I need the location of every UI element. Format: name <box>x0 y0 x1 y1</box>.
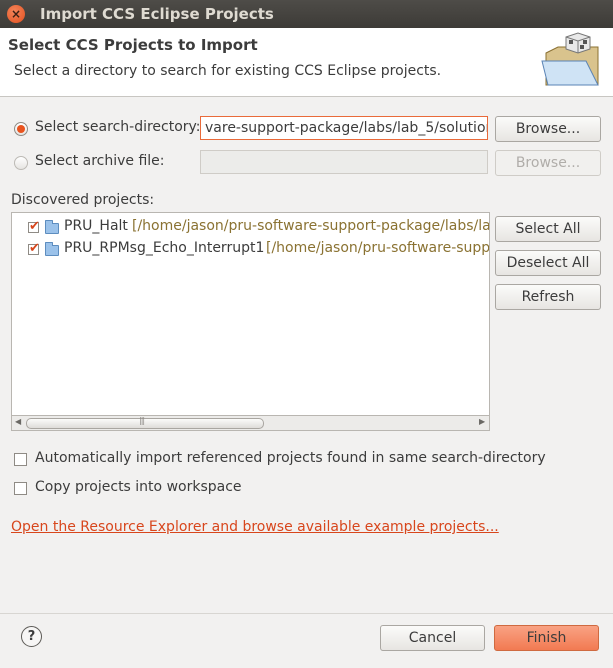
copy-projects-checkbox[interactable] <box>14 482 27 495</box>
auto-import-checkbox[interactable] <box>14 453 27 466</box>
project-name: PRU_RPMsg_Echo_Interrupt1 <box>64 240 265 256</box>
browse-archive-button[interactable]: Browse... <box>495 150 601 176</box>
scroll-left-icon[interactable]: ◀ <box>15 417 21 426</box>
title-bar: × Import CCS Eclipse Projects <box>0 0 613 28</box>
archive-file-label: Select archive file: <box>35 153 165 169</box>
project-name: PRU_Halt <box>64 218 128 234</box>
cancel-button[interactable]: Cancel <box>380 625 485 651</box>
discovered-projects-label: Discovered projects: <box>11 192 155 208</box>
project-checkbox[interactable] <box>28 241 40 256</box>
import-projects-banner-icon <box>541 32 599 86</box>
archive-file-input[interactable] <box>200 150 488 174</box>
scroll-right-icon[interactable]: ▶ <box>479 417 485 426</box>
project-path: [/home/jason/pru-software-supp <box>266 240 490 256</box>
page-title: Select CCS Projects to Import <box>8 36 258 54</box>
browse-directory-button[interactable]: Browse... <box>495 116 601 142</box>
project-checkbox[interactable] <box>28 219 40 234</box>
search-directory-radio[interactable] <box>14 122 28 136</box>
grip-icon: ||| <box>139 416 145 425</box>
refresh-button[interactable]: Refresh <box>495 284 601 310</box>
close-icon[interactable]: × <box>7 5 25 23</box>
footer-divider <box>0 613 613 614</box>
deselect-all-button[interactable]: Deselect All <box>495 250 601 276</box>
auto-import-label: Automatically import referenced projects… <box>35 450 546 466</box>
archive-file-radio[interactable] <box>14 156 28 170</box>
scrollbar-thumb[interactable]: ||| <box>26 416 264 429</box>
project-path: [/home/jason/pru-software-support-packag… <box>132 218 490 234</box>
folder-icon <box>45 220 59 234</box>
projects-list[interactable]: PRU_Halt [/home/jason/pru-software-suppo… <box>11 212 490 416</box>
resource-explorer-link[interactable]: Open the Resource Explorer and browse av… <box>11 519 499 535</box>
window-title: Import CCS Eclipse Projects <box>40 5 274 23</box>
select-all-button[interactable]: Select All <box>495 216 601 242</box>
help-icon[interactable]: ? <box>21 626 42 647</box>
wizard-header: Select CCS Projects to Import Select a d… <box>0 28 613 97</box>
folder-icon <box>45 242 59 256</box>
horizontal-scrollbar[interactable]: ◀ ||| ▶ <box>11 416 490 431</box>
page-description: Select a directory to search for existin… <box>14 63 442 79</box>
search-directory-label: Select search-directory: <box>35 119 201 135</box>
search-directory-input[interactable]: vare-support-package/labs/lab_5/solution <box>200 116 488 140</box>
finish-button[interactable]: Finish <box>494 625 599 651</box>
copy-projects-label: Copy projects into workspace <box>35 479 242 495</box>
